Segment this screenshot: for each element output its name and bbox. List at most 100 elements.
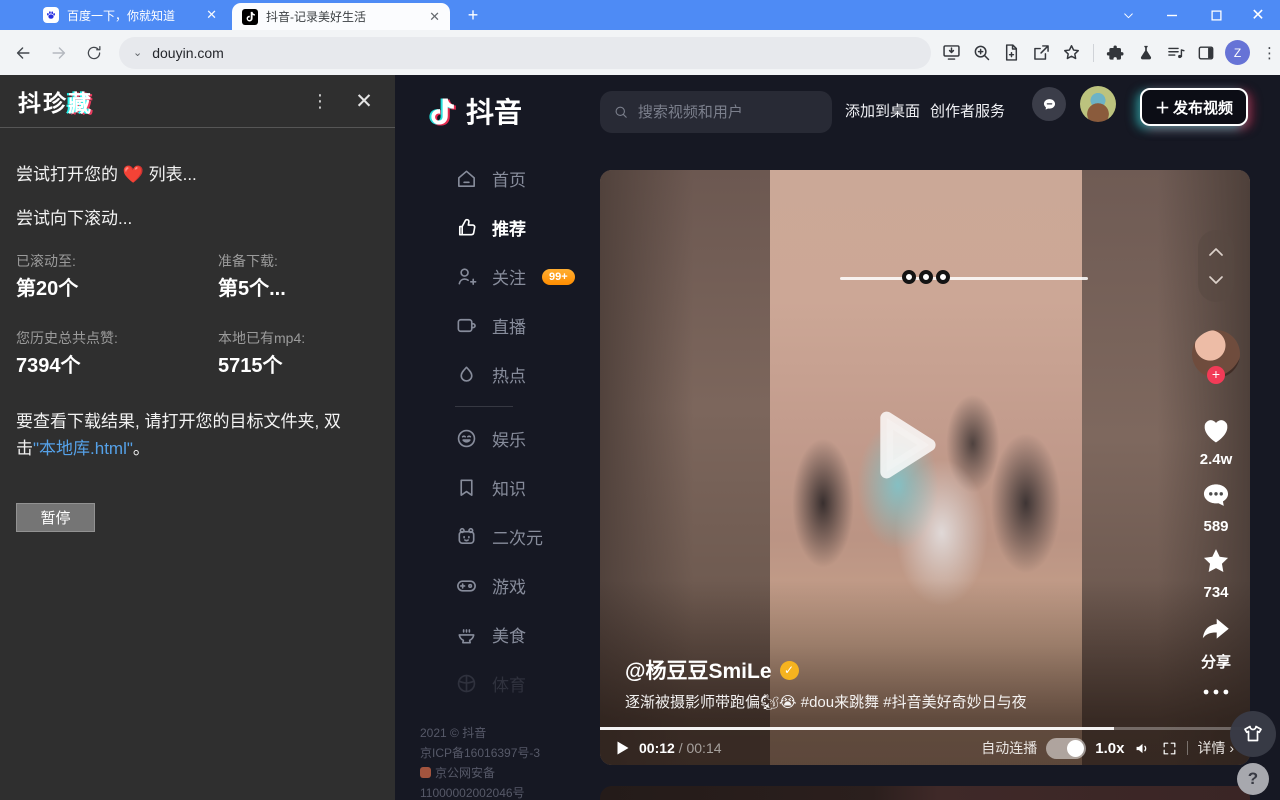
address-bar[interactable]: ⌄ douyin.com [119,36,931,69]
sidebar-item-sports[interactable]: 体育 [395,659,580,708]
playback-speed[interactable]: 1.0x [1095,740,1124,757]
more-options-icon[interactable] [1199,682,1233,702]
security-number-line: 11000002002046号 [420,786,525,800]
video-card[interactable]: @杨豆豆SmiLe ✓ 逐渐被摄影师带跑偏🐿😭 #dou来跳舞 #抖音美好奇妙日… [600,170,1250,765]
tab-close-icon[interactable]: ✕ [429,9,440,25]
tab-douyin[interactable]: 抖音-记录美好生活 ✕ [232,3,450,30]
sidebar-menu: 首页 推荐 关注 99+ 直播 热点 娱乐 知识 二次元 游戏 美食 体育 [395,154,580,708]
user-avatar[interactable] [1080,86,1116,122]
logo-text: 抖音 [466,97,523,128]
minimize-button[interactable] [1156,0,1188,30]
like-heart-icon[interactable] [1199,413,1233,447]
sidebar-item-food[interactable]: 美食 [395,610,580,659]
douyin-logo[interactable]: 抖音 [427,91,522,131]
panel-kebab-icon[interactable]: ⋮ [307,91,333,112]
favorite-count: 734 [1203,584,1229,601]
live-icon [457,318,476,333]
zoom-icon[interactable] [971,42,992,63]
profile-avatar[interactable]: Z [1225,40,1250,65]
plus-icon: ＋ [1154,99,1170,117]
help-button[interactable]: ? [1237,763,1269,795]
extension-title: 抖珍藏 [18,90,93,116]
extensions-puzzle-icon[interactable] [1105,42,1126,63]
tab-baidu[interactable]: 百度一下，你就知道 ✕ [34,0,226,30]
address-text: douyin.com [152,44,224,61]
sidebar-item-live[interactable]: 直播 [395,301,580,350]
sidebar-item-anime[interactable]: 二次元 [395,512,580,561]
bookmark-star-icon[interactable] [1061,42,1082,63]
fullscreen-icon[interactable] [1161,740,1178,757]
back-icon[interactable] [10,40,36,66]
tab-title: 抖音-记录美好生活 [266,10,366,24]
seek-bar[interactable] [600,727,1250,730]
panel-close-icon[interactable]: ✕ [351,89,377,114]
controls-divider [1187,741,1189,755]
new-tab-button[interactable]: + [460,2,486,28]
browser-menu-kebab-icon[interactable]: ⋮ [1259,42,1280,63]
volume-icon[interactable] [1133,739,1152,758]
ceiling-light-ring [919,270,933,284]
sidebar-item-recommend[interactable]: 推荐 [395,203,580,252]
autoplay-toggle[interactable] [1046,737,1087,759]
save-to-device-icon[interactable] [941,42,962,63]
close-window-button[interactable]: ✕ [1242,0,1274,30]
follow-plus-icon[interactable]: + [1207,366,1225,384]
ceiling-light-ring [936,270,950,284]
laugh-face-icon [457,429,476,448]
side-panel-icon[interactable] [1195,42,1216,63]
comment-icon[interactable] [1199,478,1233,512]
time-current: 00:12 [639,740,675,756]
share-arrow-icon[interactable] [1199,611,1233,645]
douyin-favicon [242,8,258,25]
sidebar-item-following[interactable]: 关注 99+ [395,252,580,301]
favorite-star-icon[interactable] [1199,544,1233,578]
search-input[interactable] [637,103,819,121]
sidebar-item-hot[interactable]: 热点 [395,350,580,399]
playlist-music-icon[interactable] [1165,42,1186,63]
stat-value: 5715个 [218,355,283,377]
creator-services-link[interactable]: 创作者服务 [930,100,1005,121]
pause-button[interactable]: 暂停 [16,503,95,532]
copyright-line: 2021 © 抖音 [420,726,487,740]
extension-panel: 抖珍藏 ⋮ ✕ 尝试打开您的 ❤️ 列表... 尝试向下滚动... 已滚动至: … [0,75,395,800]
maximize-button[interactable] [1200,0,1232,30]
add-to-desktop-link[interactable]: 添加到桌面 [845,100,920,121]
next-video-chevron-icon[interactable] [1208,275,1224,285]
like-count: 2.4w [1199,451,1233,468]
share-label: 分享 [1200,654,1231,671]
reload-icon[interactable] [81,40,107,66]
browser-titlebar: 百度一下，你就知道 ✕ 抖音-记录美好生活 ✕ + ✕ [0,0,1280,30]
menu-divider [455,406,513,407]
save-page-icon[interactable] [1001,42,1022,63]
sidebar-item-home[interactable]: 首页 [395,154,580,203]
search-icon [615,106,627,118]
sidebar-item-knowledge[interactable]: 知识 [395,463,580,512]
share-icon[interactable] [1031,42,1052,63]
video-caption[interactable]: 逐渐被摄影师带跑偏🐿😭 #dou来跳舞 #抖音美好奇妙日与夜 [625,691,1027,712]
stat-label: 本地已有mp4: [218,330,306,346]
play-icon[interactable] [616,740,630,756]
player-controls: 00:12 / 00:14 自动连播 1.0x 详情 › [600,731,1250,765]
download-note: 要查看下载结果, 请打开您的目标文件夹, 双击"本地库.html"。 [16,412,341,458]
verified-badge-icon: ✓ [779,660,799,680]
sidebar-item-entertainment[interactable]: 娱乐 [395,414,580,463]
toggle-knob [1067,739,1085,757]
video-nav-pill [1198,230,1234,302]
tab-close-icon[interactable]: ✕ [206,7,217,23]
tab-search-chevron-icon[interactable] [1112,0,1144,30]
search-box[interactable] [600,91,832,133]
prev-video-chevron-icon[interactable] [1208,247,1224,257]
stat-value: 第20个 [16,278,79,300]
next-video-card-edge[interactable] [600,786,1250,800]
messages-button[interactable] [1032,87,1066,121]
play-overlay-button[interactable] [874,409,938,481]
flask-extension-icon[interactable] [1135,42,1156,63]
seek-bar-fill [600,727,1114,730]
merch-button[interactable] [1230,711,1276,757]
local-library-link[interactable]: "本地库.html" [33,439,133,458]
forward-icon[interactable] [46,40,72,66]
video-author[interactable]: @杨豆豆SmiLe ✓ [625,655,799,685]
sidebar-item-games[interactable]: 游戏 [395,561,580,610]
site-info-chevron-icon[interactable]: ⌄ [133,46,142,59]
publish-video-button[interactable]: ＋发布视频 [1140,88,1248,126]
